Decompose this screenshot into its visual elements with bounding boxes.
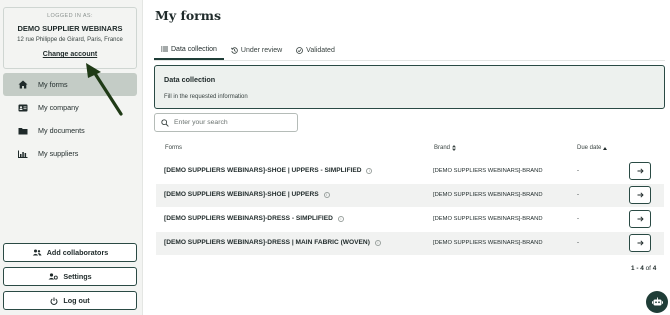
form-name-cell: [DEMO SUPPLIERS WEBINARS]-DRESS - SIMPLI… — [164, 215, 344, 222]
pagination-of: of — [645, 265, 651, 272]
form-name: [DEMO SUPPLIERS WEBINARS]-SHOE | UPPERS — [164, 191, 319, 198]
tab-label: Under review — [240, 46, 283, 54]
tabs: Data collection Under review Validated — [154, 40, 342, 60]
column-header-brand[interactable]: Brand — [434, 145, 457, 151]
arrow-right-icon — [637, 216, 644, 222]
open-form-button[interactable] — [629, 210, 651, 228]
account-name: DEMO SUPPLIER WEBINARS — [17, 24, 123, 33]
pagination-range: 1 - 4 — [631, 265, 644, 272]
due-date-cell: - — [577, 192, 579, 198]
due-date-cell: - — [577, 216, 579, 222]
account-address: 12 rue Philippe de Girard, Paris, France — [17, 37, 123, 43]
sidebar: LOGGED IN AS: DEMO SUPPLIER WEBINARS 12 … — [0, 0, 143, 315]
users-icon — [32, 249, 42, 256]
tab-under-review[interactable]: Under review — [224, 40, 289, 60]
column-header-label: Brand — [434, 145, 451, 151]
arrow-right-icon — [637, 192, 644, 198]
add-collaborators-button[interactable]: Add collaborators — [3, 243, 137, 262]
brand-cell: [DEMO SUPPLIERS WEBINARS]-BRAND — [433, 240, 543, 246]
info-title: Data collection — [164, 75, 216, 84]
tab-label: Validated — [306, 46, 335, 54]
search-input[interactable] — [174, 119, 294, 126]
sidebar-item-my-documents[interactable]: My documents — [3, 119, 137, 142]
list-icon — [161, 46, 168, 52]
logged-in-label: LOGGED IN AS: — [47, 13, 93, 19]
sidebar-item-my-company[interactable]: My company — [3, 96, 137, 119]
form-name: [DEMO SUPPLIERS WEBINARS]-SHOE | UPPERS … — [164, 167, 362, 174]
chart-icon — [17, 149, 29, 159]
info-icon[interactable]: i — [323, 191, 330, 198]
arrow-right-icon — [637, 168, 644, 174]
main-content: My forms Data collection Under review Va… — [143, 0, 670, 315]
info-icon[interactable]: i — [374, 239, 381, 246]
tabs-divider — [154, 60, 665, 61]
check-circle-icon — [296, 46, 304, 54]
folder-icon — [17, 126, 29, 136]
pagination: 1 - 4 of 4 — [631, 265, 656, 272]
sidebar-item-label: My suppliers — [38, 149, 79, 158]
settings-label: Settings — [63, 272, 92, 281]
history-icon — [230, 46, 238, 54]
due-date-cell: - — [577, 168, 579, 174]
info-subtitle: Fill in the requested information — [164, 94, 248, 100]
search-icon — [161, 118, 169, 127]
column-header-forms: Forms — [165, 145, 182, 151]
logout-label: Log out — [63, 296, 90, 305]
open-form-button[interactable] — [629, 234, 651, 252]
open-form-button[interactable] — [629, 162, 651, 180]
info-icon[interactable]: i — [337, 215, 344, 222]
tab-data-collection[interactable]: Data collection — [154, 40, 224, 60]
arrow-right-icon — [637, 240, 644, 246]
form-name: [DEMO SUPPLIERS WEBINARS]-DRESS - SIMPLI… — [164, 215, 333, 222]
page-title: My forms — [155, 8, 222, 23]
search-box[interactable] — [154, 113, 298, 132]
user-gear-icon — [48, 273, 59, 280]
sidebar-item-label: My company — [38, 103, 79, 112]
settings-button[interactable]: Settings — [3, 267, 137, 286]
chatbot-button[interactable] — [646, 291, 668, 313]
info-panel: Data collection Fill in the requested in… — [154, 65, 665, 109]
tab-label: Data collection — [171, 45, 217, 53]
sidebar-item-label: My documents — [38, 126, 85, 135]
add-collaborators-label: Add collaborators — [46, 248, 109, 257]
brand-cell: [DEMO SUPPLIERS WEBINARS]-BRAND — [433, 216, 543, 222]
power-icon — [50, 297, 58, 305]
column-header-due-date[interactable]: Due date — [577, 145, 608, 151]
home-icon — [17, 80, 29, 90]
sidebar-item-my-suppliers[interactable]: My suppliers — [3, 142, 137, 165]
table-row[interactable]: [DEMO SUPPLIERS WEBINARS]-SHOE | UPPERS … — [156, 160, 664, 183]
account-card: LOGGED IN AS: DEMO SUPPLIER WEBINARS 12 … — [3, 7, 137, 69]
form-name-cell: [DEMO SUPPLIERS WEBINARS]-SHOE | UPPERS … — [164, 191, 330, 198]
pagination-total: 4 — [652, 265, 657, 272]
table-row[interactable]: [DEMO SUPPLIERS WEBINARS]-DRESS - SIMPLI… — [156, 208, 664, 231]
sort-icon — [452, 145, 457, 151]
sidebar-item-my-forms[interactable]: My forms — [3, 73, 137, 96]
due-date-cell: - — [577, 240, 579, 246]
brand-cell: [DEMO SUPPLIERS WEBINARS]-BRAND — [433, 192, 543, 198]
column-header-label: Forms — [165, 145, 182, 151]
robot-icon — [651, 297, 663, 307]
table-row[interactable]: [DEMO SUPPLIERS WEBINARS]-DRESS | MAIN F… — [156, 232, 664, 255]
id-card-icon — [17, 103, 29, 113]
sidebar-item-label: My forms — [38, 80, 68, 89]
info-icon[interactable]: i — [366, 167, 373, 174]
form-name-cell: [DEMO SUPPLIERS WEBINARS]-DRESS | MAIN F… — [164, 239, 381, 246]
logout-button[interactable]: Log out — [3, 291, 137, 310]
open-form-button[interactable] — [629, 186, 651, 204]
brand-cell: [DEMO SUPPLIERS WEBINARS]-BRAND — [433, 168, 543, 174]
tab-validated[interactable]: Validated — [289, 40, 342, 60]
sidebar-nav: My forms My company My documents My supp… — [3, 73, 137, 165]
change-account-link[interactable]: Change account — [43, 51, 97, 58]
sort-ascending-icon — [603, 146, 608, 150]
table-row[interactable]: [DEMO SUPPLIERS WEBINARS]-SHOE | UPPERS … — [156, 184, 664, 207]
form-name: [DEMO SUPPLIERS WEBINARS]-DRESS | MAIN F… — [164, 239, 370, 246]
column-header-label: Due date — [577, 145, 602, 151]
form-name-cell: [DEMO SUPPLIERS WEBINARS]-SHOE | UPPERS … — [164, 167, 373, 174]
